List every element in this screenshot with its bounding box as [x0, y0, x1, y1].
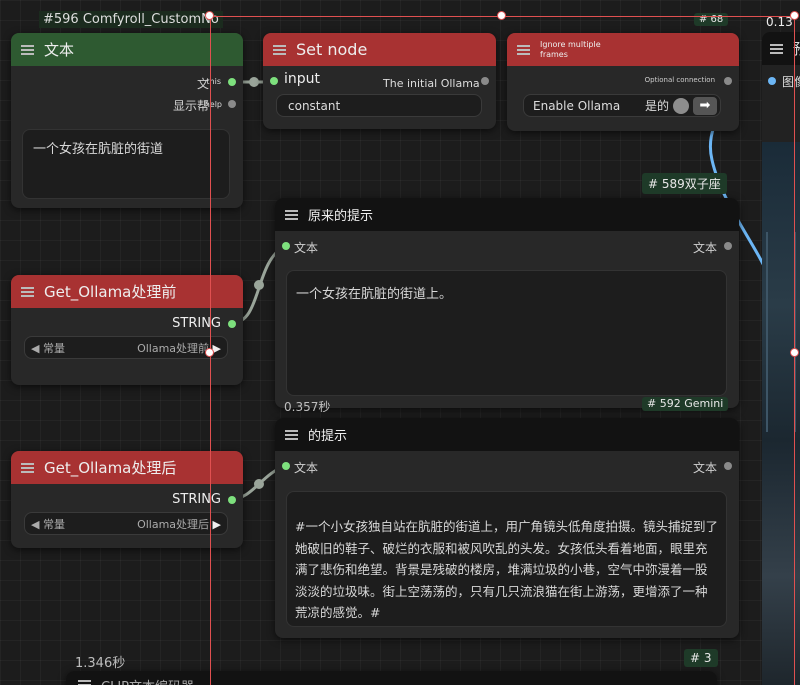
ignore-node-title: Ignore multiple frames: [540, 39, 601, 59]
get-before-left-arrow[interactable]: ◀ 常量: [31, 340, 65, 356]
toggle-knob[interactable]: [673, 97, 689, 114]
menu-icon[interactable]: [770, 43, 783, 54]
text-node-title: 文本: [44, 41, 75, 59]
get-after-output-dot[interactable]: [228, 496, 236, 504]
original-prompt-header[interactable]: 原来的提示: [275, 198, 739, 231]
text-node-help-tag: help: [204, 100, 222, 109]
get-after-output-label: STRING: [172, 492, 221, 507]
get-before-output-dot[interactable]: [228, 320, 236, 328]
original-prompt-title: 原来的提示: [308, 209, 374, 224]
set-node-input-label: input: [284, 71, 321, 87]
get-before-widget-value: Ollama处理前: [137, 341, 210, 355]
text-node-content: 一个女孩在肮脏的街道: [33, 142, 164, 157]
original-prompt-output-dot[interactable]: [724, 242, 732, 250]
execution-time-2: 1.346秒: [75, 656, 126, 671]
original-prompt-node[interactable]: 原来的提示 文本 文本 一个女孩在肮脏的街道上。: [275, 198, 739, 408]
get-after-header[interactable]: Get_Ollama处理后: [11, 451, 243, 484]
get-before-widget-label: 常量: [42, 341, 65, 355]
menu-icon[interactable]: [273, 44, 286, 55]
get-after-widget-label: 常量: [42, 517, 65, 531]
gemini-prompt-textarea[interactable]: #一个小女孩独自站在肮脏的街道上，用广角镜头低角度拍摄。镜头捕捉到了她破旧的鞋子…: [286, 491, 727, 627]
zoom-readout: 0.13: [766, 15, 793, 29]
original-prompt-content: 一个女孩在肮脏的街道上。: [296, 287, 453, 302]
menu-icon[interactable]: [21, 462, 34, 473]
text-node[interactable]: 文本 文 this 显示帮 help 一个女孩在肮脏的街道: [11, 33, 243, 208]
ignore-node-header[interactable]: Ignore multiple frames: [507, 33, 739, 66]
original-prompt-textarea[interactable]: 一个女孩在肮脏的街道上。: [286, 270, 727, 396]
ignore-node-output-dot[interactable]: [724, 77, 732, 85]
preview-building-lines: [766, 232, 796, 432]
selection-handle[interactable]: [205, 348, 214, 357]
gemini-prompt-input-label: 文本: [294, 461, 319, 475]
right-node-output-label: 图像: [782, 75, 800, 89]
get-before-output-label: STRING: [172, 316, 221, 331]
text-node-output-tag: this: [206, 77, 221, 86]
text-node-output-dot[interactable]: [228, 78, 236, 86]
bottom-node-title: CLIP文本编码器: [101, 676, 194, 685]
execution-time-1: 0.357秒: [284, 400, 331, 412]
get-after-right-arrow[interactable]: ▶: [213, 518, 221, 531]
set-node-input-dot[interactable]: [270, 77, 278, 85]
gemini-prompt-header[interactable]: 的提示: [275, 418, 739, 451]
selection-handle[interactable]: [790, 11, 799, 20]
ignore-node-output-label: Optional connection: [644, 76, 715, 84]
get-ollama-after-node[interactable]: Get_Ollama处理后 STRING ◀ 常量 Ollama处理后 ▶: [11, 451, 243, 548]
toggle-value: 是的: [644, 99, 669, 113]
gemini-prompt-title: 的提示: [308, 429, 348, 444]
node-id-badge-596: #596 Comfyroll_CustomNo: [39, 11, 223, 28]
set-node-title: Set node: [296, 40, 368, 59]
bottom-clip-node[interactable]: CLIP文本编码器: [66, 671, 717, 685]
toggle-label: Enable Ollama: [533, 98, 621, 113]
selection-handle[interactable]: [790, 348, 799, 357]
gemini-prompt-content: #一个小女孩独自站在肮脏的街道上，用广角镜头低角度拍摄。镜头捕捉到了她破旧的鞋子…: [295, 519, 718, 620]
get-after-title: Get_Ollama处理后: [44, 459, 177, 477]
gemini-prompt-node[interactable]: 的提示 文本 文本 #一个小女孩独自站在肮脏的街道上，用广角镜头低角度拍摄。镜头…: [275, 418, 739, 638]
node-id-badge-589: # 589双子座: [642, 173, 727, 194]
menu-icon[interactable]: [21, 44, 34, 55]
gemini-prompt-input-dot[interactable]: [282, 462, 290, 470]
ignore-frames-node[interactable]: Ignore multiple frames Optional connecti…: [507, 33, 739, 131]
set-node-header[interactable]: Set node: [263, 33, 496, 66]
menu-icon[interactable]: [78, 680, 91, 685]
set-node-widget-value: constant: [288, 98, 341, 113]
get-after-widget-value: Ollama处理后: [137, 517, 210, 531]
get-before-constant-widget[interactable]: ◀ 常量 Ollama处理前 ▶: [24, 336, 228, 359]
set-node-output-dot[interactable]: [481, 77, 489, 85]
original-prompt-input-label: 文本: [294, 241, 319, 255]
get-after-constant-widget[interactable]: ◀ 常量 Ollama处理后 ▶: [24, 512, 228, 535]
arrow-right-icon[interactable]: ➡: [693, 96, 717, 115]
toggle-control[interactable]: 是的 ➡: [644, 96, 717, 115]
selection-handle[interactable]: [205, 11, 214, 20]
text-node-help-dot[interactable]: [228, 100, 236, 108]
node-id-badge-3: # 3: [684, 649, 718, 667]
menu-icon[interactable]: [285, 429, 298, 440]
menu-icon[interactable]: [517, 44, 530, 55]
selection-handle[interactable]: [497, 11, 506, 20]
get-before-header[interactable]: Get_Ollama处理前: [11, 275, 243, 308]
node-id-badge-592: # 592 Gemini: [642, 397, 729, 411]
original-prompt-output-label: 文本: [692, 241, 717, 255]
set-node-constant-widget[interactable]: constant: [276, 94, 482, 117]
original-prompt-input-dot[interactable]: [282, 242, 290, 250]
menu-icon[interactable]: [285, 209, 298, 220]
enable-ollama-toggle[interactable]: Enable Ollama 是的 ➡: [523, 94, 721, 117]
set-node[interactable]: Set node input The initial Ollama text i…: [263, 33, 496, 129]
gemini-prompt-output-label: 文本: [692, 461, 717, 475]
right-node-input-dot[interactable]: [768, 77, 776, 85]
text-node-header[interactable]: 文本: [11, 33, 243, 66]
wire-reroute-dot: [254, 479, 264, 489]
node-id-badge-68: # 68: [694, 13, 729, 26]
menu-icon[interactable]: [21, 286, 34, 297]
text-node-help-label: 显示帮: [172, 99, 209, 113]
get-before-title: Get_Ollama处理前: [44, 283, 177, 301]
wire-reroute-dot: [254, 280, 264, 290]
get-after-left-arrow[interactable]: ◀ 常量: [31, 516, 65, 532]
text-node-textarea[interactable]: 一个女孩在肮脏的街道: [22, 129, 230, 199]
gemini-prompt-output-dot[interactable]: [724, 462, 732, 470]
wire-reroute-dot: [249, 77, 259, 87]
bottom-node-header[interactable]: CLIP文本编码器: [66, 671, 717, 685]
get-ollama-before-node[interactable]: Get_Ollama处理前 STRING ◀ 常量 Ollama处理前 ▶: [11, 275, 243, 385]
